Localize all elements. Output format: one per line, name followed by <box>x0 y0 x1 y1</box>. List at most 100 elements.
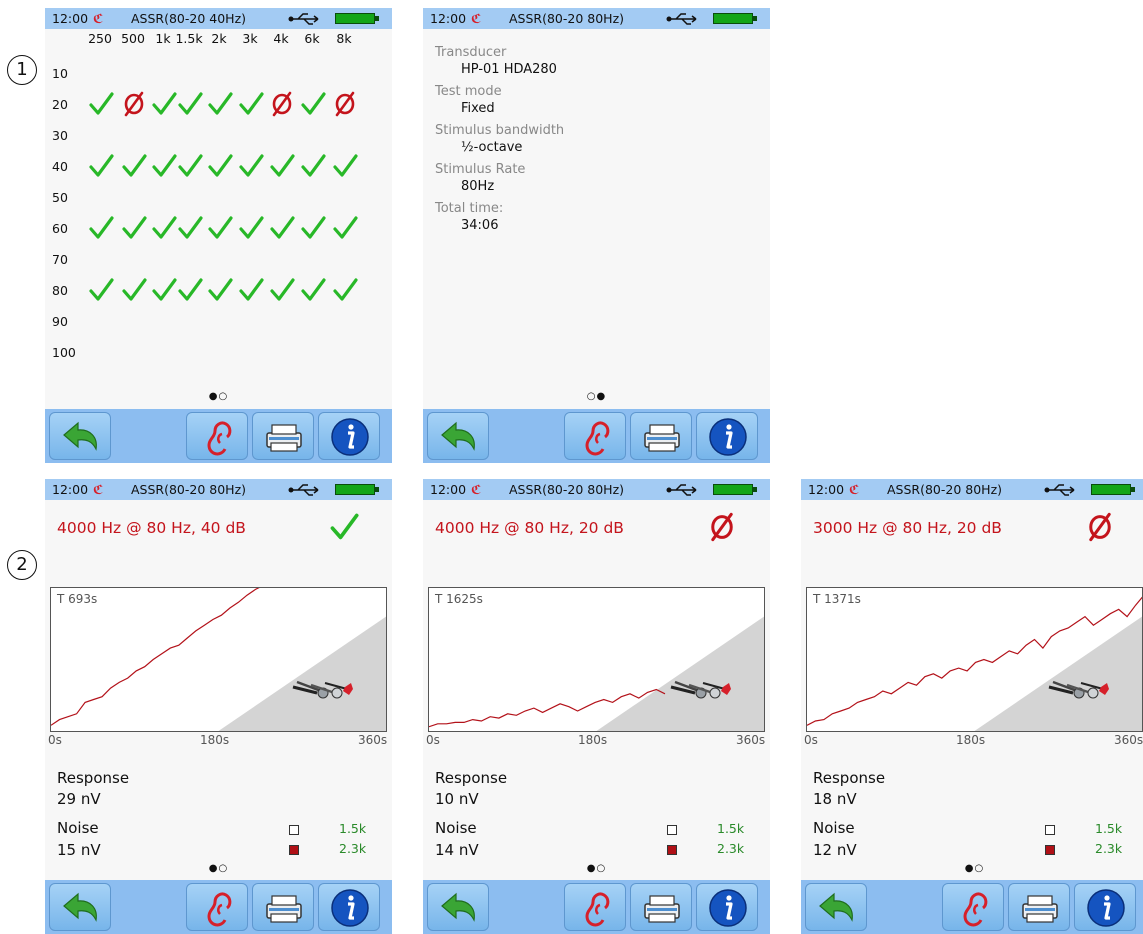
stimulus-title: 3000 Hz @ 80 Hz, 20 dB <box>813 519 1002 537</box>
ear-button[interactable] <box>186 412 248 460</box>
page-indicator: ●○ <box>208 863 229 874</box>
ear-icon: ℭ <box>93 11 104 26</box>
battery-icon <box>1091 484 1135 495</box>
response-value: 10 nV <box>435 790 479 808</box>
checkmark-icon <box>208 216 233 239</box>
info-value: ½-octave <box>461 140 523 155</box>
axis-label-start: 0s <box>804 733 818 747</box>
info-button[interactable] <box>696 412 758 460</box>
frequency-label: 1k <box>155 31 171 46</box>
battery-icon <box>713 13 757 24</box>
back-button[interactable] <box>805 883 867 931</box>
info-value: 34:06 <box>461 218 499 233</box>
info-button[interactable] <box>696 883 758 931</box>
ear-button[interactable] <box>564 883 626 931</box>
back-button[interactable] <box>49 412 111 460</box>
info-value: Fixed <box>461 101 495 116</box>
axis-label-start: 0s <box>426 733 440 747</box>
legend-swatch-red <box>1045 845 1055 855</box>
print-button[interactable] <box>252 883 314 931</box>
noise-label: Noise <box>813 819 855 837</box>
legend-swatch-red <box>289 845 299 855</box>
checkmark-icon <box>152 92 177 115</box>
status-bar: 12:00 ℭ ASSR(80-20 80Hz) <box>423 479 770 500</box>
printer-icon <box>644 424 680 452</box>
elapsed-time: T 693s <box>57 592 98 606</box>
checkmark-icon <box>152 154 177 177</box>
test-title: ASSR(80-20 80Hz) <box>509 11 625 26</box>
legend-value-1: 1.5k <box>339 821 367 836</box>
print-button[interactable] <box>252 412 314 460</box>
page-indicator: ●○ <box>586 863 607 874</box>
checkmark-icon <box>330 513 359 540</box>
bottom-toolbar <box>423 880 770 934</box>
info-icon <box>709 418 747 456</box>
info-value: 80Hz <box>461 179 495 194</box>
clock: 12:00 <box>52 482 89 497</box>
checkmark-icon <box>178 92 203 115</box>
battery-icon <box>713 484 757 495</box>
checkmark-icon <box>208 278 233 301</box>
callout-2: 2 <box>7 550 37 580</box>
checkmark-icon <box>89 216 114 239</box>
no-response-icon <box>272 91 292 117</box>
status-bar: 12:00 ℭ ASSR(80-20 80Hz) <box>45 479 392 500</box>
legend-swatch-white <box>1045 825 1055 835</box>
ear-icon <box>585 892 610 927</box>
axis-label-end: 360s <box>736 733 766 747</box>
noise-threshold-area <box>974 616 1142 731</box>
printer-icon <box>266 424 302 452</box>
print-button[interactable] <box>1008 883 1070 931</box>
result-detail-screen: 12:00 ℭ ASSR(80-20 80Hz) 4000 Hz @ 80 Hz… <box>423 479 770 934</box>
checkmark-icon <box>301 278 326 301</box>
level-label: 20 <box>52 97 68 112</box>
usb-icon <box>288 13 319 25</box>
frequency-label: 8k <box>336 31 352 46</box>
info-button[interactable] <box>1074 883 1136 931</box>
ear-button[interactable] <box>564 412 626 460</box>
checkmark-icon <box>178 216 203 239</box>
checkmark-icon <box>239 92 264 115</box>
checkmark-icon <box>301 154 326 177</box>
print-button[interactable] <box>630 412 692 460</box>
plot-canvas <box>429 616 764 731</box>
no-response-icon <box>124 91 144 117</box>
noise-threshold-area <box>596 616 764 731</box>
checkmark-icon <box>270 154 295 177</box>
electrodes-icon <box>292 680 353 699</box>
legend-value-2: 2.3k <box>717 841 745 856</box>
ear-button[interactable] <box>942 883 1004 931</box>
back-button[interactable] <box>427 883 489 931</box>
battery-icon <box>335 484 379 495</box>
level-label: 100 <box>52 345 76 360</box>
battery-icon <box>335 13 379 24</box>
result-mark <box>329 512 359 542</box>
axis-label-mid: 180s <box>200 733 230 747</box>
response-trace <box>51 588 260 726</box>
checkmark-icon <box>333 154 358 177</box>
response-plot: T 1625s <box>428 587 765 732</box>
axis-label-end: 360s <box>1114 733 1143 747</box>
print-button[interactable] <box>630 883 692 931</box>
info-button[interactable] <box>318 883 380 931</box>
page-indicator: ●○ <box>208 391 229 402</box>
frequency-label: 3k <box>242 31 258 46</box>
info-label: Transducer <box>435 45 507 60</box>
checkmark-icon <box>301 216 326 239</box>
response-value: 29 nV <box>57 790 101 808</box>
noise-label: Noise <box>435 819 477 837</box>
ear-icon <box>207 892 232 927</box>
back-button[interactable] <box>49 883 111 931</box>
checkmark-icon <box>122 278 147 301</box>
test-info-screen: 12:00 ℭ ASSR(80-20 80Hz) Transducer HP-01… <box>423 8 770 463</box>
back-arrow-icon <box>441 421 475 451</box>
ear-icon: ℭ <box>471 11 482 26</box>
plot-canvas <box>51 588 386 731</box>
info-button[interactable] <box>318 412 380 460</box>
ear-button[interactable] <box>186 883 248 931</box>
info-label: Test mode <box>435 84 502 99</box>
level-label: 70 <box>52 252 68 267</box>
back-button[interactable] <box>427 412 489 460</box>
info-label: Stimulus Rate <box>435 162 526 177</box>
ear-icon <box>207 421 232 456</box>
